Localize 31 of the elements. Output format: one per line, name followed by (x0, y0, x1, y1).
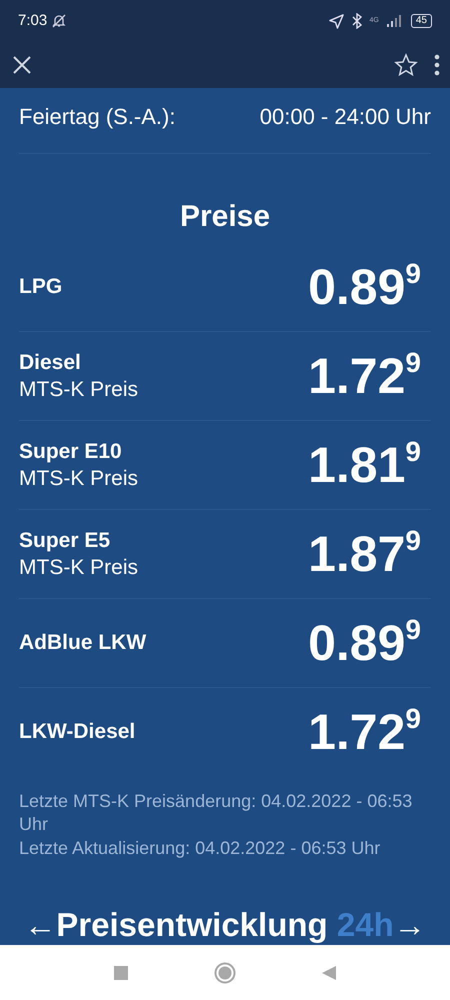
fuel-name: LPG (19, 274, 62, 300)
fuel-price: 1.81$^{9}$ (308, 440, 422, 490)
fuel-price: 1.72$^{9}$ (308, 707, 422, 757)
hours-text: 00:00 - 24:00 Uhr (260, 103, 431, 131)
day-label: Feiertag (S.-A.): (19, 103, 176, 131)
next-arrow[interactable]: → (394, 900, 426, 945)
fuel-name: AdBlue LKW (19, 630, 146, 656)
bluetooth-icon (352, 13, 362, 29)
fuel-price: 1.87$^{9}$ (308, 529, 422, 579)
price-source: MTS-K Preis (19, 377, 138, 403)
fuel-name: Super E5 (19, 528, 112, 554)
location-icon (328, 14, 344, 28)
fuel-name: LKW-Diesel (19, 719, 136, 746)
muted-bell-icon (51, 13, 68, 29)
star-icon[interactable] (394, 53, 418, 77)
battery-indicator: 45 (410, 14, 432, 28)
prev-arrow[interactable]: ← (24, 900, 56, 945)
fuel-price: 0.89$^{9}$ (308, 618, 422, 668)
more-options-icon[interactable] (434, 54, 440, 76)
update-note: Letzte MTS-K Preisänderung: 04.02.2022 - 06:53 Uhr (19, 790, 414, 836)
fuel-price: 1.72$^{9}$ (308, 351, 422, 401)
section-title: Preise (178, 199, 272, 235)
price-source: MTS-K Preis (19, 555, 138, 581)
status-time: 7:03 (18, 10, 48, 31)
fuel-price: 0.89$^{9}$ (308, 262, 422, 312)
update-note: Letzte Aktualisierung: 04.02.2022 - 06:53 Uhr (19, 836, 382, 860)
price-source: MTS-K Preis (19, 466, 138, 492)
fuel-name: Diesel (19, 350, 82, 376)
signal-icon (386, 15, 403, 27)
trend-title: Preisentwicklung 24h (56, 905, 394, 945)
fuel-name: Super E10 (19, 438, 123, 465)
